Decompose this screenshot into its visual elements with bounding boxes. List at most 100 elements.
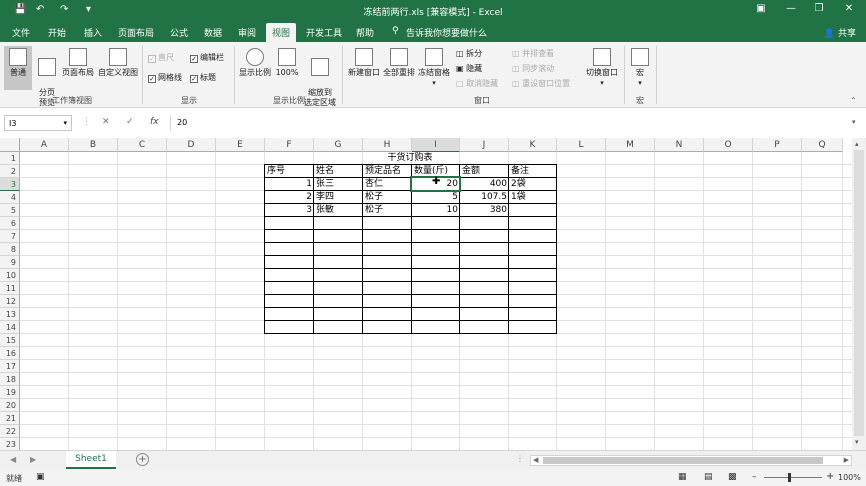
macros-button[interactable]: 宏 ▾ [628, 48, 652, 92]
formula-bar-checkbox[interactable]: ✓ 编辑栏 [190, 52, 224, 63]
zoom-out-icon[interactable]: – [752, 472, 757, 482]
switch-windows-button[interactable]: 切换窗口 ▾ [584, 48, 620, 96]
tab-help[interactable]: 帮助 [356, 26, 374, 39]
tab-view[interactable]: 视图 [266, 23, 297, 42]
table-title[interactable]: 干货订购表 [264, 152, 556, 165]
column-header-h[interactable]: H [363, 138, 412, 152]
column-header-j[interactable]: J [460, 138, 509, 152]
row-header-21[interactable]: 21 [0, 412, 20, 425]
table-cell[interactable]: 张三 [314, 178, 363, 191]
normal-view-button[interactable]: 普通 [4, 46, 32, 90]
table-cell[interactable]: 10 [412, 204, 460, 217]
macro-record-icon[interactable]: ▣ [36, 472, 45, 482]
close-button[interactable]: ✕ [838, 3, 860, 14]
table-header-cell[interactable]: 金额 [460, 165, 509, 178]
row-header-13[interactable]: 13 [0, 308, 20, 321]
ruler-checkbox[interactable]: ✓ 直尺 [148, 52, 174, 63]
hide-button[interactable]: ▣ 隐藏 [456, 63, 482, 74]
table-cell[interactable]: 380 [460, 204, 509, 217]
new-window-button[interactable]: 新建窗口 [346, 48, 382, 92]
tab-developer[interactable]: 开发工具 [306, 26, 342, 39]
row-header-17[interactable]: 17 [0, 360, 20, 373]
row-header-8[interactable]: 8 [0, 243, 20, 256]
row-header-5[interactable]: 5 [0, 204, 20, 217]
next-sheet-icon[interactable]: ▶ [30, 455, 36, 464]
table-cell[interactable]: 张敏 [314, 204, 363, 217]
row-header-20[interactable]: 20 [0, 399, 20, 412]
tab-split-handle-icon[interactable]: ⋮ [516, 454, 524, 463]
arrange-all-button[interactable]: 全部重排 [382, 48, 416, 92]
name-box[interactable]: I3 ▾ [4, 115, 72, 131]
zoom-to-selection-button[interactable]: 缩放到 选定区域 [302, 48, 338, 107]
row-header-18[interactable]: 18 [0, 373, 20, 386]
row-header-9[interactable]: 9 [0, 256, 20, 269]
table-cell[interactable]: 3 [265, 204, 314, 217]
row-header-19[interactable]: 19 [0, 386, 20, 399]
horizontal-scrollbar[interactable]: ◀ ▶ [530, 455, 852, 466]
zoom-slider[interactable] [764, 477, 822, 478]
prev-sheet-icon[interactable]: ◀ [10, 455, 16, 464]
scroll-thumb[interactable] [854, 150, 864, 436]
tab-file[interactable]: 文件 [12, 26, 30, 39]
collapse-ribbon-icon[interactable]: ⌃ [850, 96, 857, 105]
table-cell[interactable]: 杏仁 [363, 178, 412, 191]
column-header-c[interactable]: C [118, 138, 167, 152]
table-header-cell[interactable]: 姓名 [314, 165, 363, 178]
unhide-button[interactable]: □ 取消隐藏 [456, 78, 498, 89]
column-header-q[interactable]: Q [802, 138, 843, 152]
table-cell[interactable]: 2 [265, 191, 314, 204]
split-button[interactable]: ◫ 拆分 [456, 48, 482, 59]
horizontal-scroll-thumb[interactable] [543, 457, 823, 464]
column-header-a[interactable]: A [20, 138, 69, 152]
column-header-o[interactable]: O [704, 138, 753, 152]
table-cell[interactable]: 1 [265, 178, 314, 191]
table-header-cell[interactable]: 备注 [509, 165, 557, 178]
tab-review[interactable]: 审阅 [238, 26, 256, 39]
view-side-by-side-button[interactable]: ◫ 并排查看 [512, 48, 554, 59]
table-cell[interactable]: 107.5 [460, 191, 509, 204]
scroll-left-arrow-icon[interactable]: ◀ [533, 456, 538, 464]
headings-checkbox[interactable]: ✓ 标题 [190, 72, 216, 83]
table-cell[interactable]: 松子 [363, 191, 412, 204]
zoom-level[interactable]: 100% [838, 473, 861, 482]
column-header-d[interactable]: D [167, 138, 216, 152]
row-header-22[interactable]: 22 [0, 425, 20, 438]
column-header-e[interactable]: E [216, 138, 265, 152]
reset-window-position-button[interactable]: ◫ 重设窗口位置 [512, 78, 570, 89]
column-header-g[interactable]: G [314, 138, 363, 152]
zoom-slider-thumb[interactable] [788, 473, 791, 482]
freeze-panes-button[interactable]: 冻结窗格 ▾ [416, 48, 452, 96]
table-cell[interactable]: 1袋 [509, 191, 557, 204]
table-cell[interactable]: 5 [412, 191, 460, 204]
zoom-button[interactable]: 显示比例 [238, 48, 272, 92]
row-header-11[interactable]: 11 [0, 282, 20, 295]
share-button[interactable]: 👤 共享 [824, 26, 856, 39]
sync-scroll-button[interactable]: ◫ 同步滚动 [512, 63, 554, 74]
insert-function-icon[interactable]: fx [150, 117, 159, 127]
scroll-up-arrow-icon[interactable]: ▴ [855, 140, 859, 148]
scroll-down-arrow-icon[interactable]: ▾ [855, 438, 859, 446]
gridlines-checkbox[interactable]: ✓ 网格线 [148, 72, 182, 83]
column-header-i[interactable]: I [412, 138, 460, 152]
cancel-icon[interactable]: ✕ [102, 117, 110, 127]
row-header-14[interactable]: 14 [0, 321, 20, 334]
column-header-m[interactable]: M [606, 138, 655, 152]
row-header-7[interactable]: 7 [0, 230, 20, 243]
table-header-cell[interactable]: 预定品名 [363, 165, 412, 178]
tab-data[interactable]: 数据 [204, 26, 222, 39]
select-all-corner[interactable] [0, 138, 20, 152]
table-cell[interactable]: 2袋 [509, 178, 557, 191]
minimize-button[interactable]: — [780, 3, 802, 14]
table-cell[interactable] [509, 204, 557, 217]
page-layout-view-icon[interactable]: ▤ [704, 472, 713, 482]
column-header-p[interactable]: P [753, 138, 802, 152]
vertical-scrollbar[interactable]: ▴ ▾ [852, 138, 866, 450]
row-header-16[interactable]: 16 [0, 347, 20, 360]
add-sheet-icon[interactable]: + [136, 453, 149, 466]
column-header-n[interactable]: N [655, 138, 704, 152]
page-break-preview-button[interactable]: 分页 预览 [34, 48, 60, 107]
tab-formulas[interactable]: 公式 [170, 26, 188, 39]
row-header-1[interactable]: 1 [0, 152, 20, 165]
column-header-k[interactable]: K [509, 138, 557, 152]
table-cell[interactable]: 400 [460, 178, 509, 191]
